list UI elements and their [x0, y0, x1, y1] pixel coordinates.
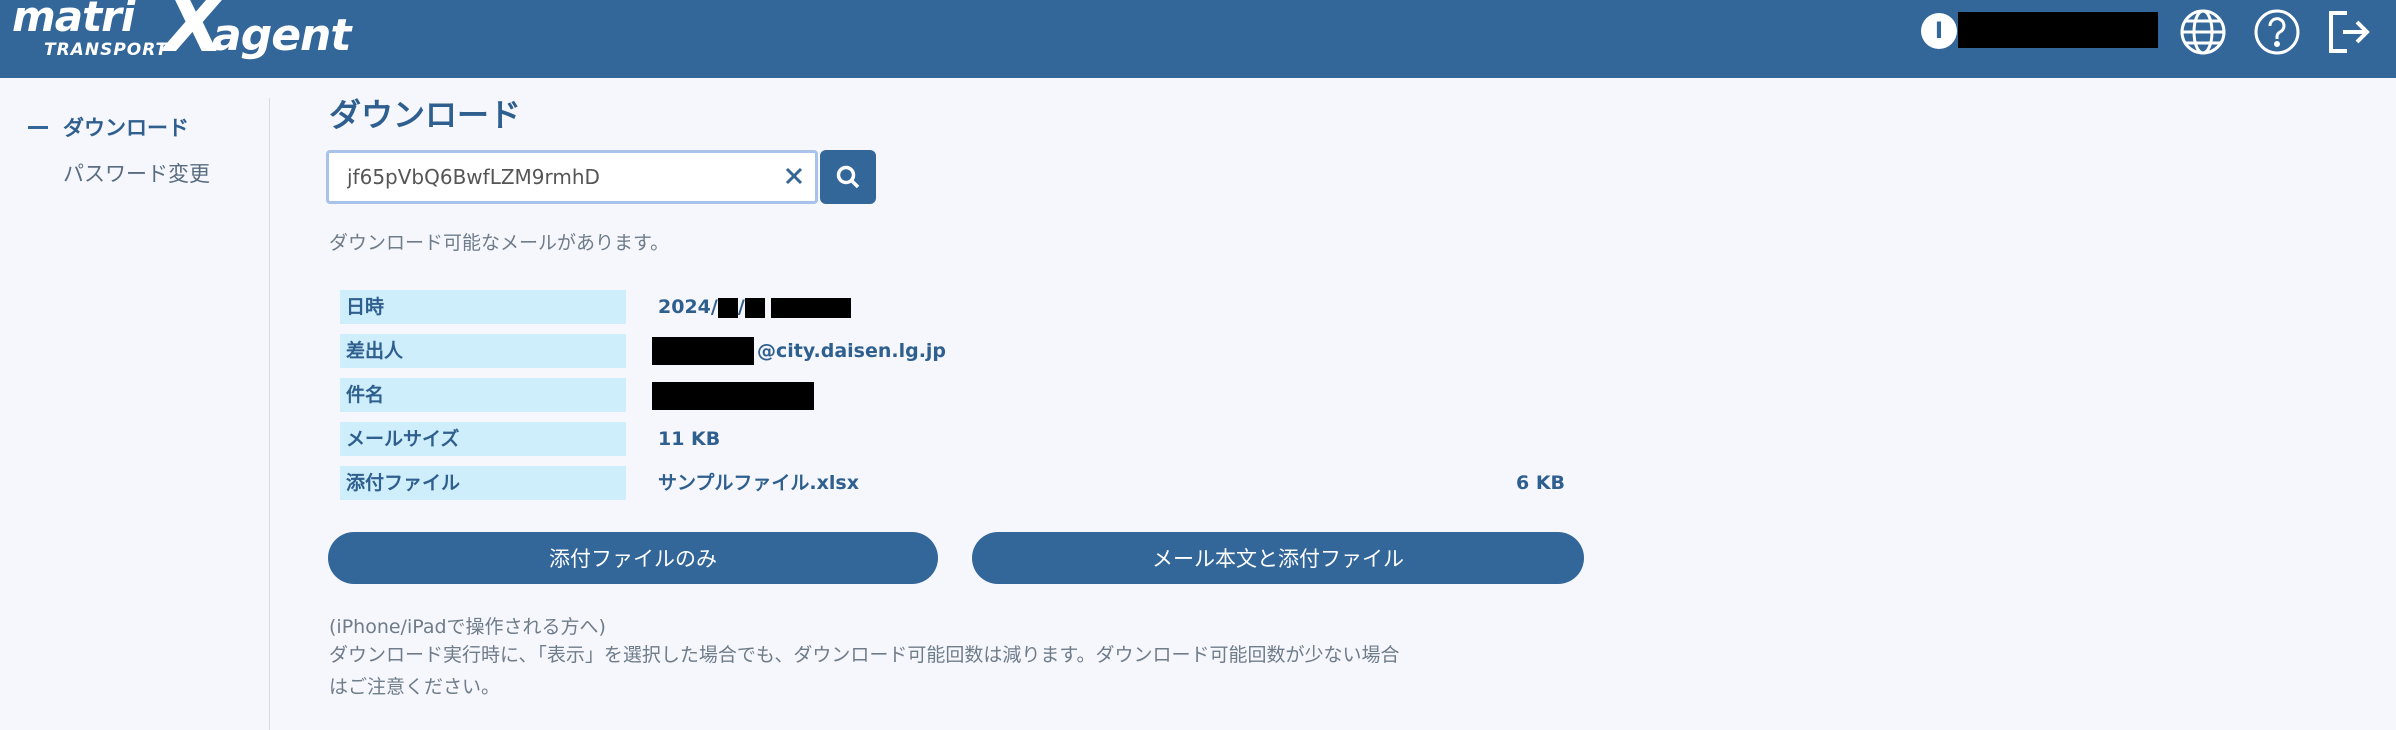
date-year: 2024/ [658, 296, 718, 318]
sidebar-item-label: ダウンロード [63, 116, 189, 140]
help-icon[interactable] [2250, 5, 2304, 59]
size-label: メールサイズ [340, 422, 626, 456]
globe-icon[interactable] [2176, 5, 2230, 59]
logout-icon[interactable] [2322, 5, 2376, 59]
date-separator: / [737, 296, 745, 318]
size-value: 11 KB [658, 428, 721, 450]
note-line-1: ダウンロード実行時に、「表示」を選択した場合でも、ダウンロード可能回数は減ります… [329, 644, 1400, 666]
sidebar-item-password-change[interactable]: パスワード変更 [63, 158, 210, 188]
user-avatar[interactable]: I [1921, 13, 1957, 49]
available-message: ダウンロード可能なメールがあります。 [329, 232, 670, 254]
date-label: 日時 [340, 290, 626, 324]
date-value: 2024/ / [658, 290, 851, 324]
app-header: matri X agent TRANSPORT I [0, 0, 2396, 78]
attachment-name: サンプルファイル.xlsx [658, 472, 859, 494]
redacted-subject [652, 382, 814, 410]
sender-domain: @city.daisen.lg.jp [757, 340, 947, 362]
subject-label: 件名 [340, 378, 626, 412]
redacted-sender-local [652, 337, 754, 365]
sidebar-divider [269, 98, 270, 730]
logo-agent: agent [212, 10, 351, 61]
info-row-sender: 差出人 @city.daisen.lg.jp [340, 334, 1580, 368]
logo: matri X agent TRANSPORT [12, 0, 372, 78]
redacted-day [744, 297, 765, 318]
info-row-date: 日時 2024/ / [340, 290, 1580, 324]
info-row-attachment: 添付ファイル サンプルファイル.xlsx 6 KB [340, 466, 1580, 500]
search-input[interactable] [347, 153, 767, 201]
logo-matri: matri [12, 0, 135, 41]
search-box [326, 150, 818, 204]
logo-transport: TRANSPORT [44, 40, 169, 60]
attachment-size: 6 KB [1516, 472, 1566, 494]
redacted-month [717, 297, 738, 318]
sidebar-item-download[interactable]: ダウンロード [28, 112, 189, 142]
note-iphone-heading: (iPhone/iPadで操作される方へ) [329, 616, 606, 638]
search-icon [836, 165, 860, 189]
active-indicator [28, 126, 48, 129]
sender-label: 差出人 [340, 334, 626, 368]
clear-icon[interactable] [779, 161, 809, 191]
search-button[interactable] [820, 150, 876, 204]
download-body-and-attachment-button[interactable]: メール本文と添付ファイル [972, 532, 1584, 584]
info-row-size: メールサイズ 11 KB [340, 422, 1580, 456]
user-name-redacted [1958, 12, 2158, 48]
redacted-time [770, 297, 851, 318]
info-row-subject: 件名 [340, 378, 1580, 412]
note-line-2: はご注意ください。 [329, 676, 501, 698]
attachment-label: 添付ファイル [340, 466, 626, 500]
download-attachment-only-button[interactable]: 添付ファイルのみ [328, 532, 938, 584]
page-title: ダウンロード [329, 96, 522, 134]
